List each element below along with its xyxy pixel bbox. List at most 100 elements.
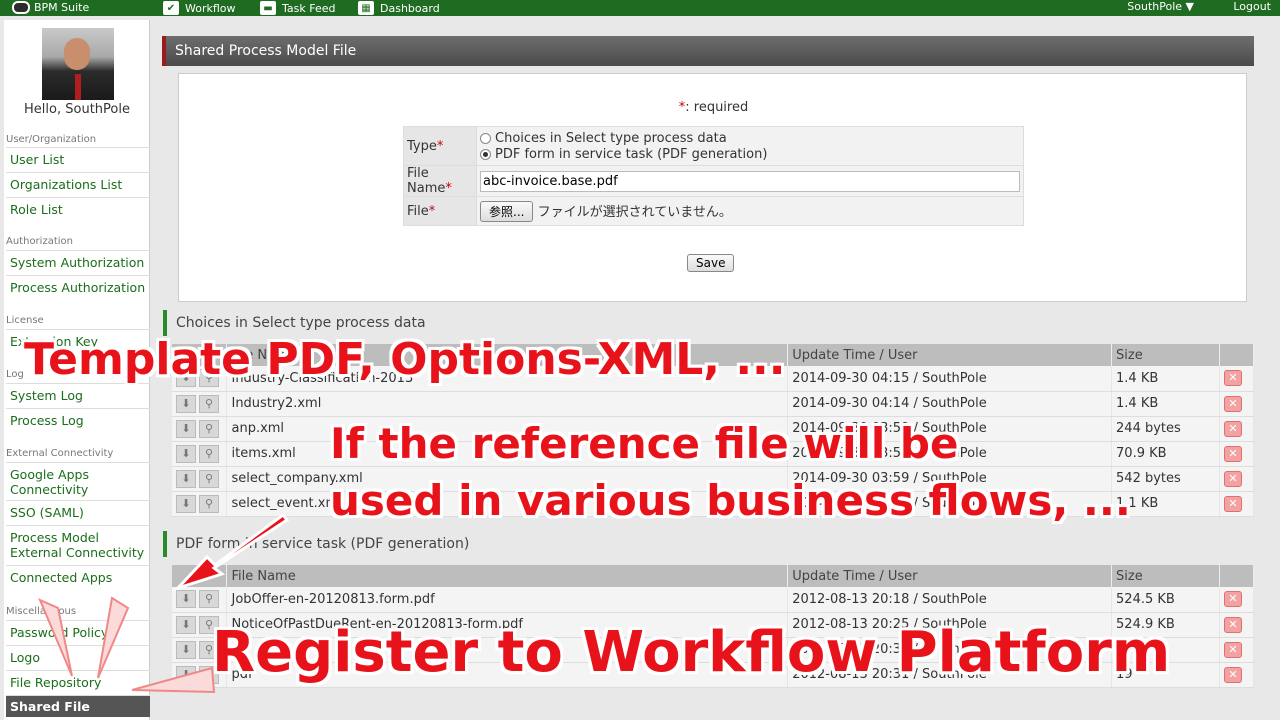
- delete-icon[interactable]: ✕: [1223, 641, 1242, 658]
- size-cell: 524.5 KB: [1111, 587, 1220, 613]
- browse-button[interactable]: 参照...: [480, 200, 534, 222]
- row-actions: ⬇ ⚲: [172, 441, 228, 467]
- nav-workflow[interactable]: ✔ Workflow: [163, 0, 236, 16]
- sidebar-item-system-log[interactable]: System Log: [6, 383, 150, 408]
- search-icon[interactable]: ⚲: [199, 394, 219, 413]
- delete-cell: ✕: [1219, 637, 1255, 663]
- sidebar-item-process-authorization[interactable]: Process Authorization: [6, 275, 150, 300]
- section-user-org: User/Organization: [6, 134, 97, 145]
- nav-task-feed-label: Task Feed: [282, 1, 336, 15]
- download-icon[interactable]: ⬇: [176, 615, 196, 634]
- type-radio-group: Choices in Select type process data PDF …: [476, 126, 1024, 166]
- file-label: File*: [403, 196, 477, 226]
- file-name-cell[interactable]: JobOffer-en-20120813.form.pdf: [226, 587, 789, 613]
- sidebar-item-user-list[interactable]: User List: [6, 147, 150, 172]
- section-external: External Connectivity: [6, 448, 114, 459]
- nav-dashboard-label: Dashboard: [380, 1, 440, 15]
- delete-cell: ✕: [1219, 612, 1255, 638]
- caption-register: Register to Workflow Platform: [212, 620, 1171, 685]
- delete-cell: ✕: [1219, 391, 1255, 417]
- download-icon[interactable]: ⬇: [176, 494, 196, 513]
- delete-icon[interactable]: ✕: [1223, 420, 1242, 437]
- delete-icon[interactable]: ✕: [1223, 445, 1242, 462]
- row-actions: ⬇ ⚲: [172, 416, 228, 442]
- logout-link[interactable]: Logout: [1233, 0, 1271, 13]
- sidebar-item-process-log[interactable]: Process Log: [6, 408, 150, 433]
- size-cell: 1.4 KB: [1111, 366, 1220, 392]
- delete-cell: ✕: [1219, 366, 1255, 392]
- avatar-face: [64, 38, 90, 70]
- search-icon[interactable]: ⚲: [199, 469, 219, 488]
- avatar-tie: [75, 74, 81, 100]
- delete-icon[interactable]: ✕: [1223, 666, 1242, 683]
- delete-icon[interactable]: ✕: [1223, 495, 1242, 512]
- sidebar-item-shared-file[interactable]: Shared File: [6, 695, 150, 717]
- search-icon[interactable]: ⚲: [199, 419, 219, 438]
- sidebar-item-org-list[interactable]: Organizations List: [6, 172, 150, 197]
- radio-selected-icon: [480, 148, 491, 160]
- user-menu[interactable]: SouthPole ▼: [1127, 0, 1194, 13]
- pdf-section-title: PDF form in service task (PDF generation…: [163, 531, 469, 557]
- row-actions: ⬇ ⚲: [172, 491, 228, 517]
- nav-dashboard[interactable]: ▦ Dashboard: [358, 0, 440, 16]
- required-note: *: required: [179, 100, 1248, 115]
- column-header-size[interactable]: Size: [1111, 344, 1220, 366]
- sidebar-item-password-policy[interactable]: Password Policy: [6, 620, 150, 645]
- download-icon[interactable]: ⬇: [176, 419, 196, 438]
- brand-logo-icon: [12, 1, 30, 14]
- delete-icon[interactable]: ✕: [1223, 395, 1242, 412]
- sidebar-item-connected-apps[interactable]: Connected Apps: [6, 565, 150, 590]
- nav-task-feed[interactable]: ▬ Task Feed: [260, 0, 335, 16]
- brand-name: BPM Suite: [34, 1, 90, 14]
- delete-icon[interactable]: ✕: [1223, 616, 1242, 633]
- section-log: Log: [6, 369, 24, 380]
- choices-section-title: Choices in Select type process data: [163, 310, 426, 336]
- search-icon[interactable]: ⚲: [199, 494, 219, 513]
- row-actions: ⬇ ⚲: [172, 466, 228, 492]
- chat-icon: ▬: [260, 1, 276, 15]
- sidebar-item-google-apps[interactable]: Google Apps Connectivity: [6, 462, 150, 500]
- type-radio-choices[interactable]: Choices in Select type process data: [480, 130, 1020, 146]
- update-cell: 2014-09-30 04:15 / SouthPole: [787, 366, 1113, 392]
- download-icon[interactable]: ⬇: [176, 469, 196, 488]
- brand-logo[interactable]: BPM Suite: [12, 1, 89, 14]
- download-icon[interactable]: ⬇: [176, 444, 196, 463]
- update-cell: 2012-08-13 20:18 / SouthPole: [787, 587, 1113, 613]
- filename-input[interactable]: [480, 170, 1020, 192]
- file-name-cell[interactable]: Industry2.xml: [226, 391, 789, 417]
- download-icon[interactable]: ⬇: [176, 590, 196, 609]
- required-text: : required: [685, 100, 749, 115]
- dashboard-icon: ▦: [358, 1, 374, 15]
- download-icon[interactable]: ⬇: [176, 394, 196, 413]
- type-label: Type*: [403, 126, 477, 166]
- column-header-update[interactable]: Update Time / User: [787, 565, 1113, 587]
- search-icon[interactable]: ⚲: [199, 444, 219, 463]
- caption-reference-file: If the reference file will be: [330, 419, 959, 468]
- sidebar-item-file-repository[interactable]: File Repository: [6, 670, 150, 695]
- hello-user: Hello, SouthPole: [24, 102, 130, 117]
- section-license: License: [6, 315, 44, 326]
- delete-icon[interactable]: ✕: [1223, 370, 1242, 387]
- sidebar-item-system-authorization[interactable]: System Authorization: [6, 250, 150, 275]
- size-cell: 1.4 KB: [1111, 391, 1220, 417]
- save-button[interactable]: Save: [687, 254, 735, 272]
- size-cell: 70.9 KB: [1111, 441, 1220, 467]
- section-misc: Miscellaneous: [6, 606, 77, 617]
- sidebar-item-logo[interactable]: Logo: [6, 645, 150, 670]
- search-icon[interactable]: ⚲: [199, 590, 219, 609]
- download-icon[interactable]: ⬇: [176, 665, 196, 684]
- download-icon[interactable]: ⬇: [176, 640, 196, 659]
- delete-cell: ✕: [1219, 441, 1255, 467]
- caption-template-pdf: Template PDF, Options-XML, ...: [24, 334, 786, 385]
- sidebar-item-role-list[interactable]: Role List: [6, 197, 150, 222]
- sidebar-item-sso[interactable]: SSO (SAML): [6, 500, 150, 525]
- column-header-update[interactable]: Update Time / User: [787, 344, 1113, 366]
- type-radio-pdf[interactable]: PDF form in service task (PDF generation…: [480, 146, 1020, 162]
- upload-form-table: Type* Choices in Select type process dat…: [403, 126, 1024, 226]
- table-row: ⬇ ⚲ JobOffer-en-20120813.form.pdf 2012-08-1…: [172, 587, 1255, 613]
- sidebar-item-process-model-external[interactable]: Process Model External Connectivity: [6, 525, 150, 565]
- column-header-size[interactable]: Size: [1111, 565, 1220, 587]
- delete-icon[interactable]: ✕: [1223, 470, 1242, 487]
- column-header-file-name[interactable]: File Name: [226, 565, 789, 587]
- delete-icon[interactable]: ✕: [1223, 591, 1242, 608]
